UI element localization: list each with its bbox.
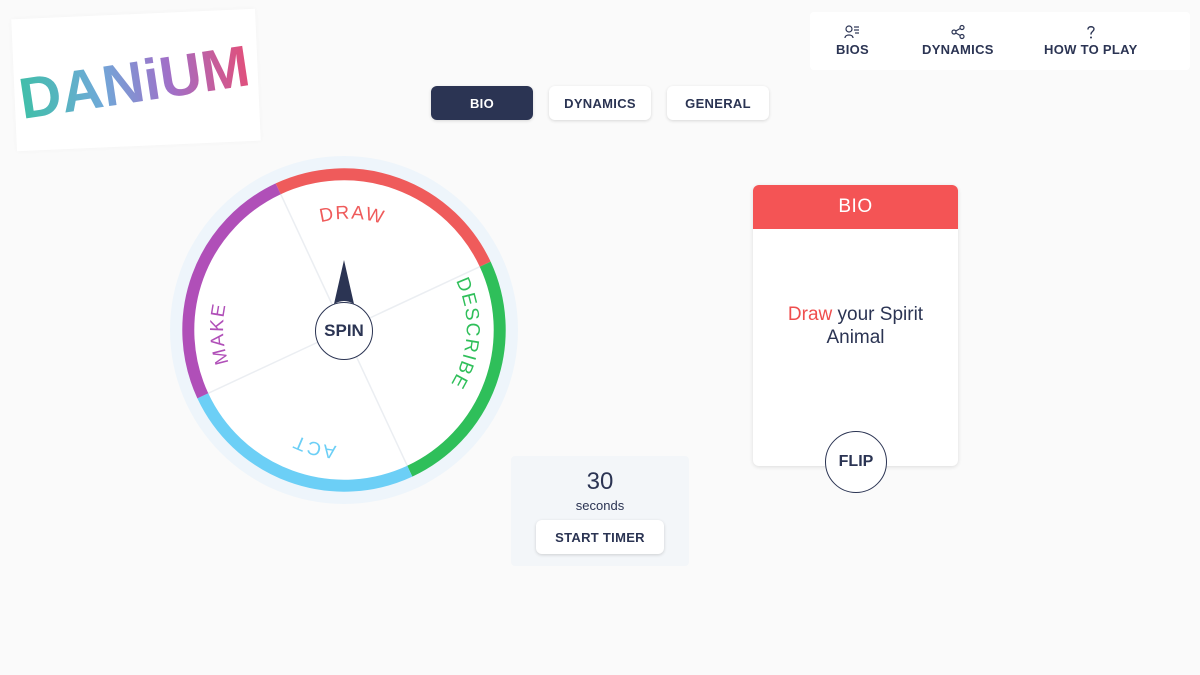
nav-how-to-play-label: HOW TO PLAY <box>1044 42 1138 57</box>
nav-dynamics-label: DYNAMICS <box>922 42 994 57</box>
card-prompt-accent: Draw <box>787 304 833 325</box>
flip-button[interactable]: FLIP <box>825 431 887 493</box>
logo-text: DANiUM <box>15 33 254 132</box>
nav-bios[interactable]: BIOS <box>836 24 869 57</box>
timer-unit: seconds <box>575 498 625 513</box>
tab-bio[interactable]: BIO <box>431 86 533 120</box>
card-header: BIO <box>753 185 958 229</box>
timer-panel: 30 seconds START TIMER <box>511 456 689 566</box>
spin-button[interactable]: SPIN <box>315 302 373 360</box>
game-page: DANiUM BIOS DYNAMICS HOW TO PLAY BIO DYN… <box>0 0 1200 675</box>
card-prompt-text: your Spirit Animal <box>826 304 924 348</box>
question-mark-icon <box>1083 24 1099 40</box>
danium-logo[interactable]: DANiUM <box>11 8 261 152</box>
tab-dynamics[interactable]: DYNAMICS <box>549 86 651 120</box>
wheel-pointer-icon <box>334 260 354 304</box>
nav-how-to-play[interactable]: HOW TO PLAY <box>1044 24 1138 57</box>
logo-graphic: DANiUM <box>15 33 254 132</box>
card-prompt: Draw your Spirit Animal <box>763 303 948 349</box>
share-nodes-icon <box>950 24 966 40</box>
nav-dynamics[interactable]: DYNAMICS <box>922 24 994 57</box>
nav-bios-label: BIOS <box>836 42 869 57</box>
start-timer-button[interactable]: START TIMER <box>536 520 664 554</box>
person-list-icon <box>844 24 860 40</box>
timer-value: 30 <box>586 468 614 495</box>
tab-general[interactable]: GENERAL <box>667 86 769 120</box>
spinner-wheel[interactable]: DRAW DESCRIBE ACT MAKE SPIN <box>170 156 520 506</box>
prompt-card: BIO Draw your Spirit Animal FLIP <box>753 185 958 493</box>
top-navigation: BIOS DYNAMICS HOW TO PLAY <box>810 12 1190 70</box>
